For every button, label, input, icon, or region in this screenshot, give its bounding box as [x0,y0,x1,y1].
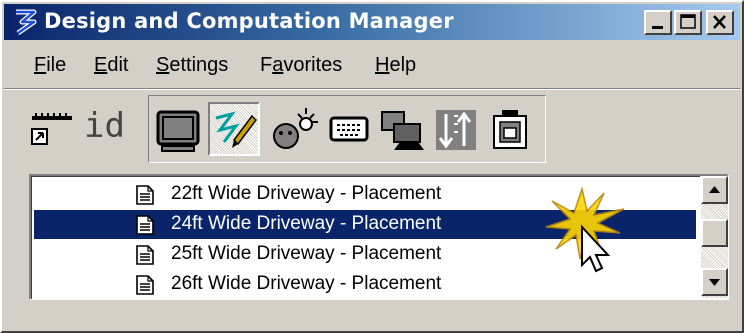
up-arrow-icon [709,186,720,193]
document-icon [136,185,154,205]
window-title: Design and Computation Manager [44,9,454,33]
menu-file-rest: ile [46,54,67,76]
list-item-label: 26ft Wide Driveway - Placement [171,273,442,294]
close-button[interactable] [706,10,734,35]
menu-favorites-rest: vorites [283,54,343,76]
id-text-icon[interactable]: id [84,106,125,146]
list-item-label: 22ft Wide Driveway - Placement [171,183,442,204]
sort-arrows-icon[interactable] [432,106,480,154]
menu-bar: File Edit Settings Favorites Help [4,48,740,78]
menu-help-rest: elp [389,54,417,76]
menu-favorites[interactable]: Favorites [260,54,342,77]
minimize-button[interactable] [644,10,672,35]
document-icon [136,215,154,235]
menu-favorites-pre: F [260,54,273,76]
document-icon [136,245,154,265]
close-icon [713,15,726,29]
click-highlight-cursor-icon [545,187,625,273]
lightbulb-person-icon[interactable] [270,106,320,154]
scroll-thumb[interactable] [701,219,728,247]
draw-pen-icon[interactable] [212,106,258,152]
measure-ruler-icon[interactable] [30,112,76,148]
menu-settings[interactable]: Settings [156,54,228,77]
maximize-icon [680,14,696,29]
menu-settings-rest: ettings [169,54,229,76]
bentley-b-icon [16,9,37,36]
vertical-scrollbar[interactable] [701,176,728,298]
menu-edit[interactable]: Edit [94,54,128,77]
dialog-window: Design and Computation Manager File Edit… [0,0,744,333]
scroll-down-button[interactable] [701,268,728,296]
keyboard-icon[interactable] [328,112,372,148]
down-arrow-icon [709,279,720,286]
title-bar[interactable]: Design and Computation Manager [4,4,740,40]
monitor-icon[interactable] [154,108,202,154]
network-screens-icon[interactable] [378,106,426,154]
menu-separator [4,88,740,90]
menu-file[interactable]: File [34,54,66,77]
properties-clipboard-icon[interactable] [486,106,534,154]
document-icon [136,275,154,295]
list-item-label: 25ft Wide Driveway - Placement [171,243,442,264]
maximize-button[interactable] [674,10,702,35]
minimize-icon [652,26,663,29]
menu-help[interactable]: Help [375,54,416,77]
scroll-up-button[interactable] [701,176,728,204]
list-item-label: 24ft Wide Driveway - Placement [171,213,442,234]
menu-edit-rest: dit [107,54,129,76]
